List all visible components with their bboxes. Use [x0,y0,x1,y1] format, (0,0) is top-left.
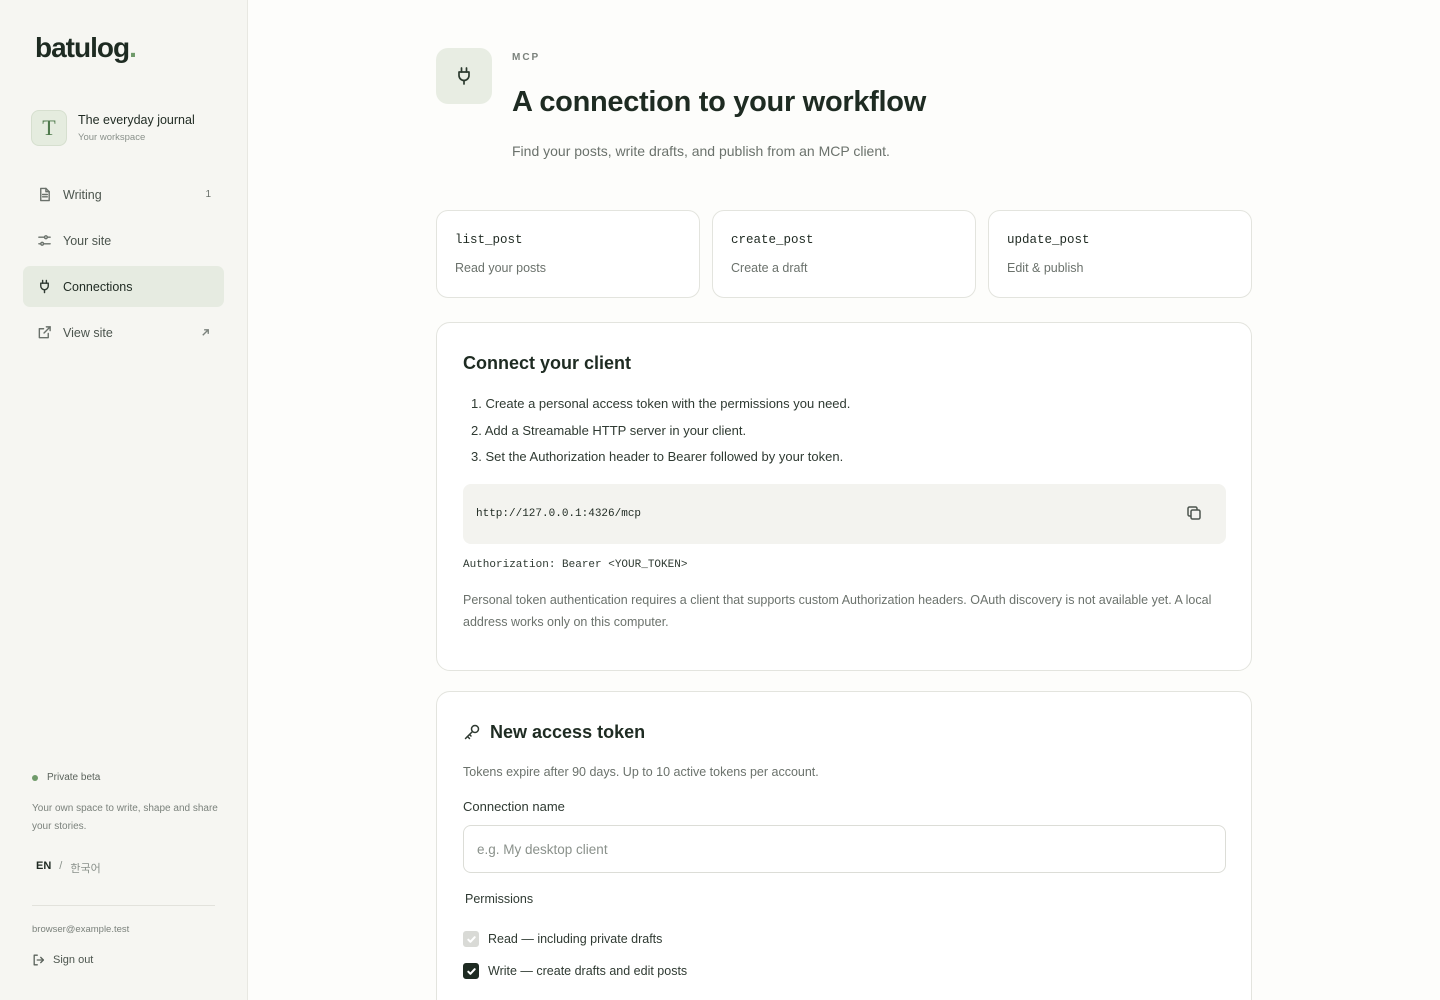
endpoint-url-box: http://127.0.0.1:4326/mcp [463,484,1226,544]
sidebar-divider [32,905,215,906]
sign-out-button[interactable]: Sign out [32,953,93,967]
status-dot-icon [32,774,38,781]
workspace-name: The everyday journal [78,113,195,127]
writing-count-badge: 1 [205,189,211,200]
document-icon [36,187,52,203]
tool-name: update_post [1007,233,1090,247]
language-switcher: EN / 한국어 [36,860,101,876]
lang-ko-link[interactable]: 한국어 [70,860,100,876]
sliders-icon [36,233,52,249]
sidebar-item-connections[interactable]: Connections [23,266,224,307]
read-checkbox[interactable] [463,931,479,947]
plug-icon [36,279,52,295]
tool-description: Create a draft [731,261,808,275]
sidebar-item-writing[interactable]: Writing 1 [23,174,224,215]
tool-card-update-post: update_post Edit & publish [988,210,1252,298]
endpoint-url[interactable]: http://127.0.0.1:4326/mcp [476,508,641,520]
setup-step: 3. Set the Authorization header to Beare… [471,449,844,464]
arrow-up-right-icon [200,327,211,338]
tool-card-create-post: create_post Create a draft [712,210,976,298]
permission-read: Read — including private drafts [463,931,662,947]
copy-button[interactable] [1186,505,1204,523]
setup-step: 2. Add a Streamable HTTP server in your … [471,422,747,438]
permissions-label: Permissions [465,892,534,906]
permission-write: Write — create drafts and edit posts [463,963,687,979]
check-icon [466,935,476,943]
setup-step: 1. Create a personal access token with t… [471,396,851,411]
tool-description: Read your posts [455,261,547,275]
sidebar: batulog. T The everyday journal Your wor… [0,0,248,1000]
lang-en-link[interactable]: EN [36,860,51,876]
tool-name: create_post [731,233,814,247]
workspace-switcher[interactable]: T The everyday journal Your workspace [31,110,195,146]
page-subtitle: Find your posts, write drafts, and publi… [512,143,890,159]
workspace-subtitle: Your workspace [78,132,146,143]
check-icon [466,967,476,975]
tool-card-list-post: list_post Read your posts [436,210,700,298]
sidebar-item-your-site[interactable]: Your site [23,220,224,261]
lang-separator: / [59,860,63,872]
brand-logo[interactable]: batulog. [35,32,137,64]
tool-name: list_post [455,233,523,247]
card-title: Connect your client [463,353,632,373]
sidebar-item-view-site[interactable]: View site [23,312,224,353]
page-title: A connection to your workflow [512,86,926,118]
connect-client-card: Connect your client 1. Create a personal… [436,322,1252,671]
permission-label: Read — including private drafts [488,932,663,946]
external-link-icon [36,325,52,341]
key-icon [463,723,483,743]
sidebar-item-label: Writing [63,187,102,202]
plug-icon [436,48,492,104]
page-eyebrow: MCP [512,52,541,63]
sidebar-tagline: Your own space to write, shape and share… [32,803,218,832]
new-token-card: New access token Tokens expire after 90 … [436,691,1252,1000]
auth-note: Personal token authentication requires a… [463,593,1212,629]
card-title: New access token [490,722,646,742]
setup-steps: 1. Create a personal access token with t… [471,396,850,476]
permission-label: Write — create drafts and edit posts [488,964,688,978]
workspace-avatar: T [31,110,67,146]
copy-icon [1187,506,1201,520]
sidebar-item-label: Your site [63,233,112,248]
sidebar-item-label: Connections [63,279,133,294]
sidebar-item-label: View site [63,325,113,340]
connection-name-label: Connection name [463,799,565,814]
authorization-header-example: Authorization: Bearer <YOUR_TOKEN> [463,559,688,571]
account-email: browser@example.test [32,924,130,935]
write-checkbox[interactable] [463,963,479,979]
tool-description: Edit & publish [1007,261,1084,275]
sidebar-nav: Writing 1 Your site Connections View sit… [23,174,224,358]
sign-out-icon [33,954,45,966]
private-beta-status: Private beta [32,772,100,783]
connection-name-input[interactable] [463,825,1226,873]
token-subtitle: Tokens expire after 90 days. Up to 10 ac… [463,765,819,779]
